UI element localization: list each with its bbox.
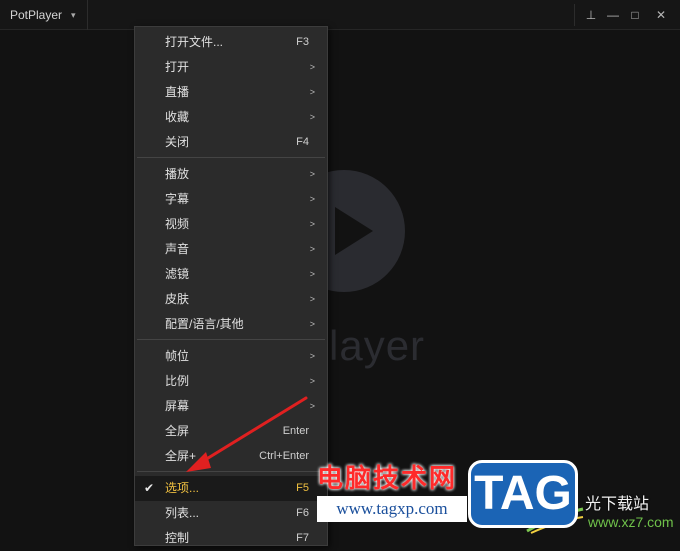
watermark-url: www.tagxp.com <box>317 496 467 522</box>
annotation-arrow-icon <box>186 396 308 472</box>
watermark-right-text: 光下载站 <box>585 496 650 513</box>
watermark-right-url: www.xz7.com <box>588 514 674 530</box>
watermark-tag-logo: TAG <box>468 460 578 528</box>
watermark-site-name: 电脑技术网 <box>317 463 458 493</box>
